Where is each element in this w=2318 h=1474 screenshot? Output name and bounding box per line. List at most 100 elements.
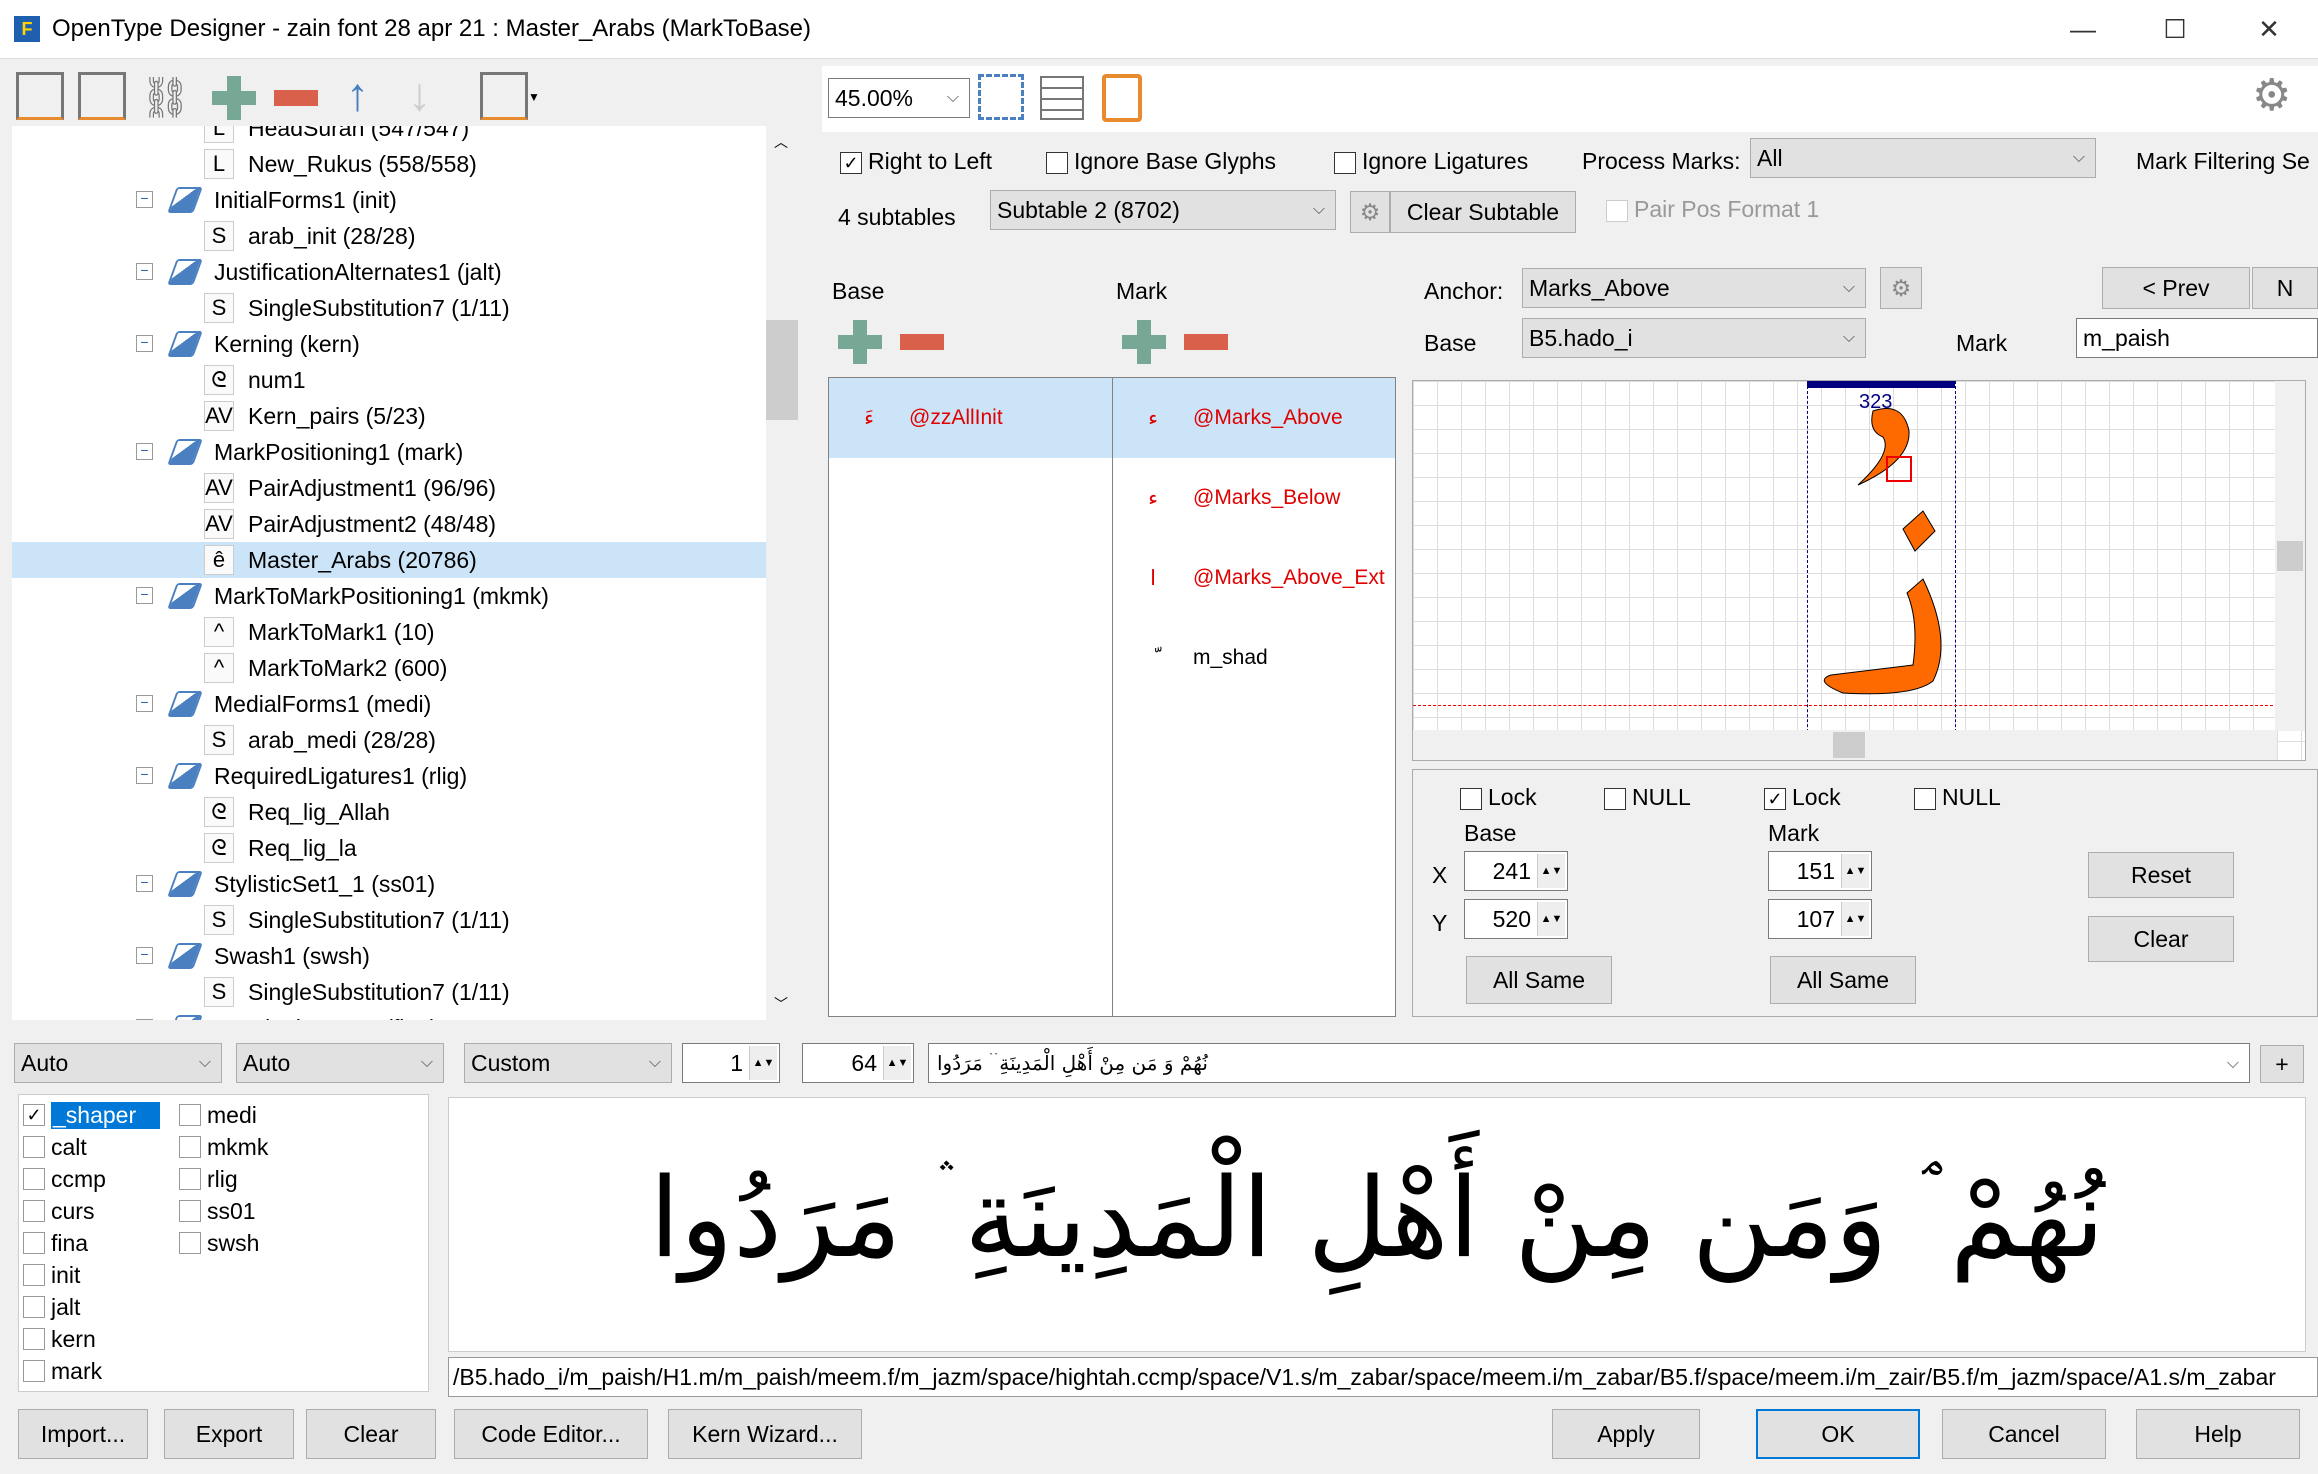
mark-class-item[interactable]: ء @Marks_Above [1113, 378, 1395, 458]
mark-lock-checkbox[interactable]: ✓ Lock [1764, 784, 1841, 811]
right-to-left-checkbox[interactable]: ✓ Right to Left [840, 148, 992, 175]
anchor-gear-icon[interactable]: ⚙ [1880, 267, 1922, 309]
count-spinner[interactable]: 1 ▲▼ [682, 1043, 780, 1083]
lookup-options-icon[interactable] [480, 72, 528, 120]
subtable-gear-icon[interactable]: ⚙ [1350, 191, 1390, 233]
collapse-toggle-icon[interactable]: − [136, 191, 153, 208]
tree-item[interactable]: − RequiredLigatures1 (rlig) [12, 758, 766, 794]
base-null-checkbox[interactable]: NULL [1604, 784, 1691, 811]
collapse-toggle-icon[interactable]: − [136, 1019, 153, 1020]
feature-checkbox[interactable]: rlig [179, 1163, 238, 1195]
ignore-base-glyphs-checkbox[interactable]: Ignore Base Glyphs [1046, 148, 1276, 175]
language-combo[interactable]: Auto ⌵ [236, 1043, 444, 1083]
add-mark-icon[interactable] [1122, 320, 1166, 364]
base-class-item[interactable]: ءَ @zzAllInit [829, 378, 1112, 458]
feature-checkbox[interactable]: curs [23, 1195, 94, 1227]
ok-button[interactable]: OK [1756, 1409, 1920, 1459]
next-button[interactable]: N [2252, 267, 2318, 309]
settings-gear-icon[interactable]: ⚙ [2252, 70, 2291, 121]
glyph-path-field[interactable]: /B5.hado_i/m_paish/H1.m/m_paish/meem.f/m… [448, 1357, 2318, 1397]
tree-item[interactable]: − TerminalForms1 (fina) [12, 1010, 766, 1020]
mark-class-item[interactable]: ا @Marks_Above_Ext [1113, 538, 1395, 618]
scrollbar-thumb[interactable] [766, 320, 798, 420]
canvas-vscroll[interactable] [2275, 381, 2305, 731]
collapse-toggle-icon[interactable]: − [136, 263, 153, 280]
grid-table-icon[interactable] [1040, 76, 1084, 120]
tree-item[interactable]: ᘓ Req_lig_la [12, 830, 766, 866]
canvas-hscroll[interactable] [1413, 730, 2277, 760]
prev-button[interactable]: < Prev [2102, 267, 2250, 309]
feature-checkbox[interactable]: ss01 [179, 1195, 256, 1227]
close-button[interactable]: ✕ [2236, 0, 2302, 59]
edit-glyph-icon[interactable] [1102, 74, 1142, 122]
base-all-same-button[interactable]: All Same [1466, 956, 1612, 1004]
tree-scrollbar[interactable]: ︿ ﹀ [766, 126, 798, 1020]
tree-item[interactable]: L HeadSurah (547/547) [12, 126, 766, 146]
tree-item[interactable]: − MarkPositioning1 (mark) [12, 434, 766, 470]
base-lock-checkbox[interactable]: Lock [1460, 784, 1537, 811]
tree-item[interactable]: − MedialForms1 (medi) [12, 686, 766, 722]
collapse-toggle-icon[interactable]: − [136, 335, 153, 352]
remove-mark-icon[interactable] [1184, 334, 1228, 350]
binoculars-icon[interactable]: ⛓ [140, 76, 191, 124]
clear-button[interactable]: Clear [306, 1409, 436, 1459]
feature-checkbox[interactable]: fina [23, 1227, 88, 1259]
tree-item[interactable]: − Swash1 (swsh) [12, 938, 766, 974]
tree-item[interactable]: − InitialForms1 (init) [12, 182, 766, 218]
tree-item[interactable]: ᘓ num1 [12, 362, 766, 398]
zoom-combo[interactable]: 45.00% ⌵ [828, 78, 970, 118]
help-button[interactable]: Help [2136, 1409, 2300, 1459]
tree-item[interactable]: S SingleSubstitution7 (1/11) [12, 902, 766, 938]
code-editor-button[interactable]: Code Editor... [454, 1409, 648, 1459]
cancel-button[interactable]: Cancel [1942, 1409, 2106, 1459]
minimize-button[interactable]: — [2050, 0, 2116, 59]
collapse-toggle-icon[interactable]: − [136, 695, 153, 712]
lookup-tree[interactable]: L HeadSurah (547/547) L New_Rukus (558/558)… [12, 126, 766, 1020]
feature-list[interactable]: ✓ _shaper calt ccmp curs fina init jalt kern mark… [18, 1094, 429, 1392]
mark-y-spinner[interactable]: 107 ▲▼ [1768, 899, 1872, 939]
font-size-spinner[interactable]: 64 ▲▼ [802, 1043, 914, 1083]
preview-text-combo[interactable]: نُهُمْ وَ مَن مِنْ أَهْلِ الْمَدِينَةِ ۛ… [928, 1043, 2250, 1083]
tree-item[interactable]: AV PairAdjustment2 (48/48) [12, 506, 766, 542]
glyph-canvas[interactable]: 323 [1412, 380, 2306, 761]
remove-base-icon[interactable] [900, 334, 944, 350]
find-lookup-icon[interactable] [78, 72, 126, 120]
maximize-button[interactable]: ☐ [2142, 0, 2208, 59]
remove-lookup-icon[interactable] [274, 90, 318, 106]
tree-item[interactable]: S SingleSubstitution7 (1/11) [12, 974, 766, 1010]
mark-x-spinner[interactable]: 151 ▲▼ [1768, 851, 1872, 891]
feature-checkbox[interactable]: init [23, 1259, 80, 1291]
base-glyph-combo[interactable]: B5.hado_i ⌵ [1522, 318, 1866, 358]
import-button[interactable]: Import... [18, 1409, 148, 1459]
feature-checkbox[interactable]: calt [23, 1131, 87, 1163]
tree-item[interactable]: − Kerning (kern) [12, 326, 766, 362]
feature-checkbox[interactable]: mark [23, 1355, 102, 1387]
clear-subtable-button[interactable]: Clear Subtable [1390, 191, 1576, 233]
add-lookup-icon[interactable] [212, 76, 256, 120]
feature-checkbox[interactable]: mkmk [179, 1131, 268, 1163]
apply-button[interactable]: Apply [1552, 1409, 1700, 1459]
tree-item[interactable]: ^ MarkToMark2 (600) [12, 650, 766, 686]
process-marks-combo[interactable]: All ⌵ [1750, 138, 2096, 178]
tree-item[interactable]: − JustificationAlternates1 (jalt) [12, 254, 766, 290]
add-base-icon[interactable] [838, 320, 882, 364]
tree-item[interactable]: ᘓ Req_lig_Allah [12, 794, 766, 830]
feature-checkbox[interactable]: ✓ _shaper [23, 1099, 161, 1131]
tree-item[interactable]: L New_Rukus (558/558) [12, 146, 766, 182]
anchor-combo[interactable]: Marks_Above ⌵ [1522, 268, 1866, 308]
mark-class-item[interactable]: ّm_shad [1113, 618, 1395, 698]
tree-item[interactable]: ê Master_Arabs (20786) [12, 542, 766, 578]
move-up-icon[interactable]: ↑ [346, 70, 394, 118]
mark-class-list[interactable]: ء @Marks_Above ء @Marks_Below ا @Marks_Above_… [1112, 377, 1396, 1017]
reset-button[interactable]: Reset [2088, 852, 2234, 898]
tree-item[interactable]: − MarkToMarkPositioning1 (mkmk) [12, 578, 766, 614]
base-x-spinner[interactable]: 241 ▲▼ [1464, 851, 1568, 891]
tree-item[interactable]: AV Kern_pairs (5/23) [12, 398, 766, 434]
tree-item[interactable]: Sarab_medi (28/28) [12, 722, 766, 758]
move-down-icon[interactable]: ↓ [408, 70, 456, 118]
tree-item[interactable]: S SingleSubstitution7 (1/11) [12, 290, 766, 326]
script-combo[interactable]: Auto ⌵ [14, 1043, 222, 1083]
feature-checkbox[interactable]: swsh [179, 1227, 259, 1259]
base-class-list[interactable]: ءَ @zzAllInit [828, 377, 1113, 1017]
mark-glyph-field[interactable]: m_paish [2076, 318, 2318, 358]
